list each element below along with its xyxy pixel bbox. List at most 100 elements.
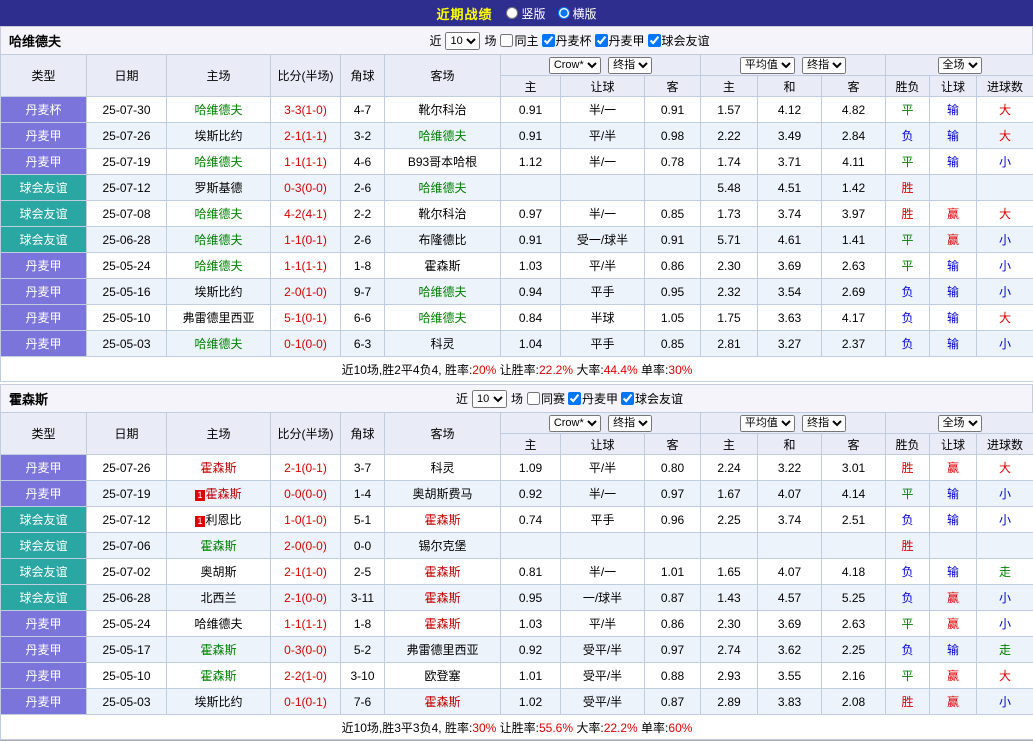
result-handicap: 输 [930, 279, 977, 305]
result-goals: 小 [977, 149, 1033, 175]
col-away: 客场 [385, 55, 501, 97]
col-odds-handicap: 让球 [561, 76, 645, 97]
avg-stage-select[interactable]: 终指 [802, 415, 846, 432]
avg-draw: 3.74 [758, 507, 822, 533]
team-name: 哈维德夫 [1, 31, 197, 50]
corner-score: 5-1 [341, 507, 385, 533]
match-row: 丹麦甲25-05-03埃斯比约0-1(0-1)7-6霍森斯1.02受平/半0.8… [1, 689, 1033, 715]
odds-company-select[interactable]: Crow* [549, 57, 601, 74]
summary-stat-label: 让胜率: [496, 721, 539, 735]
odds-home [501, 175, 561, 201]
match-count-select[interactable]: 10 [445, 32, 480, 50]
match-type: 球会友谊 [1, 201, 87, 227]
match-type: 球会友谊 [1, 559, 87, 585]
result-handicap: 输 [930, 149, 977, 175]
match-date: 25-07-26 [87, 455, 167, 481]
col-home: 主场 [167, 413, 271, 455]
view-option-vertical[interactable]: 竖版 [506, 5, 545, 22]
avg-draw [758, 533, 822, 559]
filter-checkbox[interactable] [621, 392, 634, 405]
match-score: 0-3(0-0) [271, 637, 341, 663]
odds-company-select[interactable]: Crow* [549, 415, 601, 432]
match-score: 5-1(0-1) [271, 305, 341, 331]
avg-home: 1.75 [701, 305, 758, 331]
filter-球会友谊[interactable]: 球会友谊 [648, 32, 710, 49]
odds-handicap: 受一/球半 [561, 227, 645, 253]
avg-away: 4.82 [822, 97, 886, 123]
match-score: 2-0(0-0) [271, 533, 341, 559]
filter-丹麦甲[interactable]: 丹麦甲 [568, 390, 618, 407]
horizontal-radio[interactable] [558, 7, 570, 19]
odds-home: 1.01 [501, 663, 561, 689]
odds-handicap: 平手 [561, 507, 645, 533]
away-team-cell: 科灵 [385, 455, 501, 481]
vertical-radio[interactable] [506, 7, 518, 19]
match-count-select[interactable]: 10 [472, 390, 507, 408]
odds-stage-select[interactable]: 终指 [608, 57, 652, 74]
filter-丹麦甲[interactable]: 丹麦甲 [595, 32, 645, 49]
view-option-horizontal[interactable]: 横版 [558, 5, 597, 22]
odds-handicap [561, 533, 645, 559]
home-team-cell: 弗雷德里西亚 [167, 305, 271, 331]
match-row: 丹麦甲25-07-26埃斯比约2-1(1-1)3-2哈维德夫0.91平/半0.9… [1, 123, 1033, 149]
match-score: 1-1(1-1) [271, 149, 341, 175]
odds-away: 0.86 [645, 253, 701, 279]
col-odds-handicap: 让球 [561, 434, 645, 455]
away-team-cell: B93哥本哈根 [385, 149, 501, 175]
result-goals: 走 [977, 559, 1033, 585]
filter-checkbox[interactable] [568, 392, 581, 405]
avg-home: 2.89 [701, 689, 758, 715]
match-row: 丹麦甲25-07-26霍森斯2-1(0-1)3-7科灵1.09平/半0.802.… [1, 455, 1033, 481]
result-goals: 小 [977, 331, 1033, 357]
filter-checkbox[interactable] [595, 34, 608, 47]
corner-score: 1-8 [341, 611, 385, 637]
home-team-cell: 霍森斯 [167, 637, 271, 663]
avg-stage-select[interactable]: 终指 [802, 57, 846, 74]
away-team-cell: 霍森斯 [385, 559, 501, 585]
avg-away: 1.42 [822, 175, 886, 201]
filter-checkbox[interactable] [500, 34, 513, 47]
avg-company-select[interactable]: 平均值 [740, 57, 795, 74]
filter-label: 同赛 [541, 390, 565, 407]
home-team-name: 哈维德夫 [194, 337, 242, 351]
home-team-cell: 哈维德夫 [167, 97, 271, 123]
filter-checkbox[interactable] [542, 34, 555, 47]
filter-丹麦杯[interactable]: 丹麦杯 [542, 32, 592, 49]
away-team-name: 科灵 [430, 337, 454, 351]
avg-company-select[interactable]: 平均值 [740, 415, 795, 432]
col-avg-home: 主 [701, 434, 758, 455]
avg-draw: 3.49 [758, 123, 822, 149]
filter-同赛[interactable]: 同赛 [527, 390, 565, 407]
scope-select[interactable]: 全场 [938, 57, 982, 74]
col-odds-away: 客 [645, 434, 701, 455]
avg-home: 2.74 [701, 637, 758, 663]
home-team-name: 埃斯比约 [194, 129, 242, 143]
team-section-hvidovre: 哈维德夫 近 10 场 同主丹麦杯丹麦甲球会友谊 类型 日期 主场 比分(半 [0, 26, 1033, 382]
away-team-cell: 霍森斯 [385, 689, 501, 715]
filter-球会友谊[interactable]: 球会友谊 [621, 390, 683, 407]
result-handicap: 赢 [930, 585, 977, 611]
match-score: 3-3(1-0) [271, 97, 341, 123]
result-goals [977, 175, 1033, 201]
col-odds-home: 主 [501, 434, 561, 455]
away-team-cell: 哈维德夫 [385, 279, 501, 305]
scope-select[interactable]: 全场 [938, 415, 982, 432]
filter-controls: 近 10 场 同赛丹麦甲球会友谊 [197, 390, 1032, 408]
match-row: 球会友谊25-06-28北西兰2-1(0-0)3-11霍森斯0.95一/球半0.… [1, 585, 1033, 611]
filter-同主[interactable]: 同主 [500, 32, 538, 49]
home-team-name: 埃斯比约 [194, 285, 242, 299]
filter-checkbox[interactable] [527, 392, 540, 405]
col-avg-away: 客 [822, 76, 886, 97]
match-score: 0-1(0-1) [271, 689, 341, 715]
match-type: 丹麦甲 [1, 279, 87, 305]
result-goals: 小 [977, 253, 1033, 279]
avg-home: 1.65 [701, 559, 758, 585]
avg-away: 2.51 [822, 507, 886, 533]
odds-handicap [561, 175, 645, 201]
result-outcome: 平 [886, 481, 930, 507]
odds-home: 0.74 [501, 507, 561, 533]
result-outcome: 平 [886, 97, 930, 123]
filter-checkbox[interactable] [648, 34, 661, 47]
match-type: 丹麦甲 [1, 305, 87, 331]
odds-stage-select[interactable]: 终指 [608, 415, 652, 432]
